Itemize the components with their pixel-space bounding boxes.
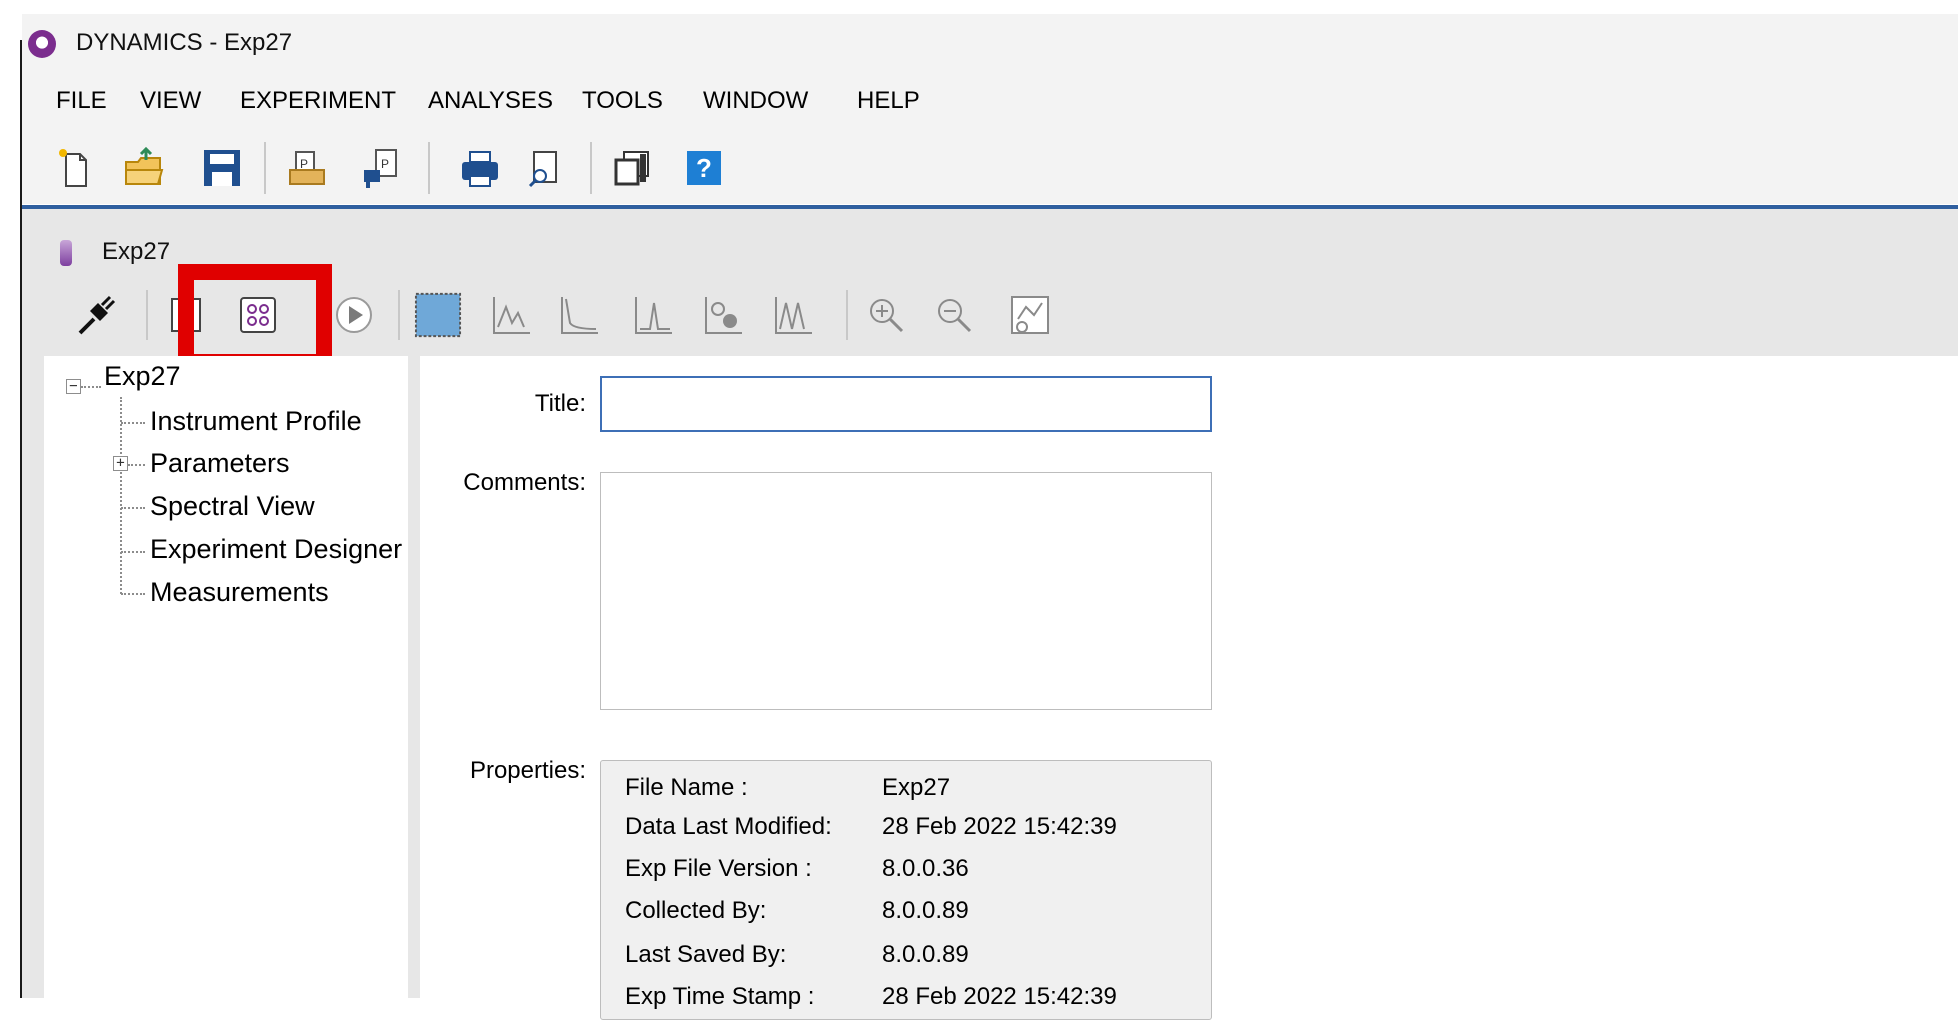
toolbar-separator	[398, 290, 400, 340]
property-key: Collected By:	[625, 897, 767, 924]
zoom-in-icon[interactable]	[862, 288, 910, 342]
print-preview-icon[interactable]	[522, 140, 570, 196]
decay-curve-icon[interactable]	[556, 288, 604, 342]
toolbar-separator	[264, 142, 266, 194]
property-value: 28 Feb 2022 15:42:39	[882, 983, 1117, 1010]
experiment-vial-icon	[60, 240, 72, 266]
tree-connector	[120, 397, 122, 594]
tree-connector	[121, 422, 145, 424]
title-bar	[22, 14, 1958, 70]
property-value: Exp27	[882, 774, 951, 801]
properties-label: Properties:	[469, 757, 586, 784]
property-key: File Name :	[625, 774, 748, 801]
tree-connector	[81, 386, 101, 388]
comments-textarea[interactable]	[600, 472, 1212, 710]
import-icon[interactable]: P	[284, 140, 332, 196]
overlay-icon[interactable]	[770, 288, 818, 342]
tree-connector	[121, 507, 145, 509]
property-key: Exp File Version :	[625, 855, 812, 882]
dynamics-app-icon	[28, 30, 56, 58]
property-value: 8.0.0.89	[882, 941, 969, 968]
property-value: 8.0.0.36	[882, 855, 969, 882]
menu-tools[interactable]: TOOLS	[582, 86, 663, 116]
property-key: Exp Time Stamp :	[625, 983, 815, 1010]
tree-connector	[121, 593, 145, 595]
grid-view-icon[interactable]	[414, 288, 462, 342]
window-title: DYNAMICS - Exp27	[76, 29, 293, 56]
connect-plug-icon[interactable]	[72, 288, 120, 342]
property-key: Last Saved By:	[625, 941, 787, 968]
menu-file[interactable]: FILE	[56, 86, 107, 116]
print-icon[interactable]	[456, 140, 504, 196]
comments-label: Comments:	[463, 469, 586, 496]
title-label: Title:	[534, 390, 586, 417]
property-key: Data Last Modified:	[625, 813, 832, 840]
help-glyph: ?	[687, 151, 721, 185]
menu-window[interactable]: WINDOW	[703, 86, 808, 116]
toolbar-separator	[428, 142, 430, 194]
svg-text:P: P	[381, 157, 389, 171]
tree-item-measurements[interactable]: Measurements	[150, 576, 329, 608]
window-left-margin	[0, 0, 21, 998]
help-icon[interactable]: ?	[680, 140, 728, 196]
toolbar-separator	[146, 290, 148, 340]
export-icon[interactable]: P	[356, 140, 404, 196]
add-peak-icon[interactable]	[700, 288, 748, 342]
save-icon[interactable]	[198, 140, 246, 196]
window-layout-icon[interactable]	[608, 140, 656, 196]
spectrum-icon[interactable]	[488, 288, 536, 342]
tree-item-clip: Experiment Designer	[150, 533, 408, 567]
tree-connector	[128, 464, 145, 466]
svg-text:P: P	[300, 157, 308, 171]
new-file-icon[interactable]	[50, 140, 98, 196]
tree-collapse-toggle[interactable]: −	[66, 379, 81, 394]
open-folder-icon[interactable]	[120, 140, 168, 196]
highlight-annotation-box	[178, 264, 332, 370]
tree-item-instrument-profile[interactable]: Instrument Profile	[150, 405, 362, 437]
title-input[interactable]	[600, 376, 1212, 432]
tree-item-spectral-view[interactable]: Spectral View	[150, 490, 315, 522]
property-value: 28 Feb 2022 15:42:39	[882, 813, 1117, 840]
zoom-settings-icon[interactable]	[1006, 288, 1054, 342]
tree-item-experiment-designer[interactable]: Experiment Designer	[150, 533, 402, 565]
menu-view[interactable]: VIEW	[140, 86, 201, 116]
property-value: 8.0.0.89	[882, 897, 969, 924]
toolbar-separator	[846, 290, 848, 340]
menu-help[interactable]: HELP	[857, 86, 920, 116]
toolbar-separator	[590, 142, 592, 194]
menu-analyses[interactable]: ANALYSES	[428, 86, 553, 116]
tree-root-exp27[interactable]: Exp27	[104, 360, 181, 392]
run-icon[interactable]	[330, 288, 378, 342]
zoom-out-icon[interactable]	[930, 288, 978, 342]
experiment-window-title: Exp27	[102, 238, 171, 265]
tree-connector	[121, 551, 145, 553]
tree-expand-toggle[interactable]: +	[113, 456, 128, 471]
peak-icon[interactable]	[630, 288, 678, 342]
tree-item-parameters[interactable]: Parameters	[150, 447, 290, 479]
menu-experiment[interactable]: EXPERIMENT	[240, 86, 396, 116]
